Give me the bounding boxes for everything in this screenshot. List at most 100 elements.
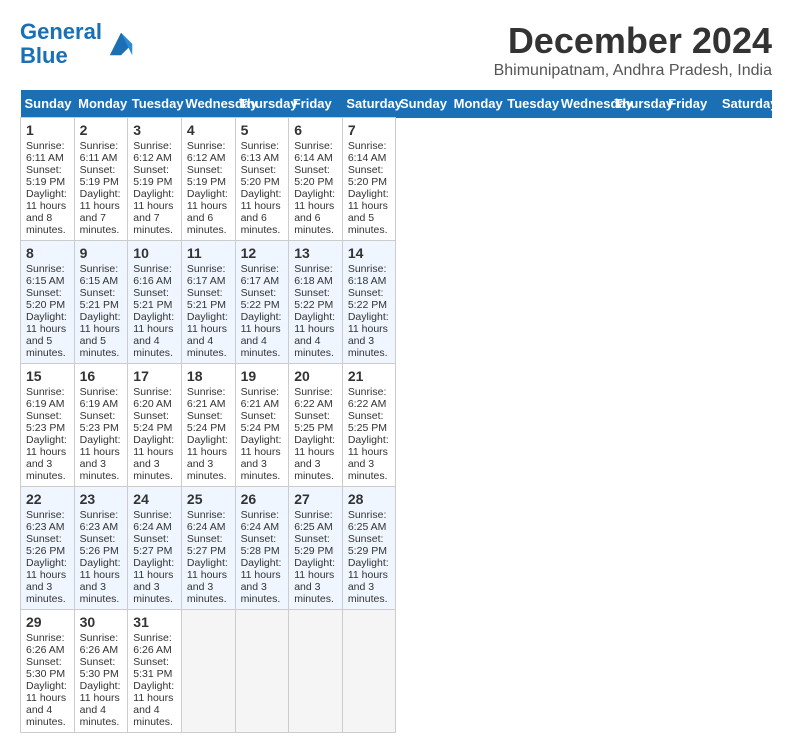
sunrise-text: Sunrise: 6:14 AM [348, 140, 391, 164]
day-number: 12 [241, 245, 284, 261]
day-header-tuesday: Tuesday [128, 90, 182, 118]
sunrise-text: Sunrise: 6:26 AM [133, 632, 176, 656]
sunset-text: Sunset: 5:21 PM [80, 287, 123, 311]
daylight-text: Daylight: 11 hours and 3 minutes. [241, 434, 284, 482]
calendar-header-row: SundayMondayTuesdayWednesdayThursdayFrid… [21, 90, 772, 118]
day-header-sunday: Sunday [396, 90, 450, 118]
calendar-cell: 15Sunrise: 6:19 AMSunset: 5:23 PMDayligh… [21, 364, 75, 487]
daylight-text: Daylight: 11 hours and 4 minutes. [26, 680, 69, 728]
sunrise-text: Sunrise: 6:26 AM [26, 632, 69, 656]
calendar-cell: 29Sunrise: 6:26 AMSunset: 5:30 PMDayligh… [21, 610, 75, 733]
day-number: 21 [348, 368, 391, 384]
calendar-cell [235, 610, 289, 733]
daylight-text: Daylight: 11 hours and 3 minutes. [26, 557, 69, 605]
day-number: 26 [241, 491, 284, 507]
daylight-text: Daylight: 11 hours and 3 minutes. [294, 557, 337, 605]
logo: General Blue [20, 20, 136, 68]
daylight-text: Daylight: 11 hours and 6 minutes. [187, 188, 230, 236]
sunrise-text: Sunrise: 6:17 AM [241, 263, 284, 287]
day-header-thursday: Thursday [235, 90, 289, 118]
sunrise-text: Sunrise: 6:21 AM [241, 386, 284, 410]
daylight-text: Daylight: 11 hours and 4 minutes. [241, 311, 284, 359]
sunrise-text: Sunrise: 6:24 AM [241, 509, 284, 533]
sunset-text: Sunset: 5:25 PM [348, 410, 391, 434]
daylight-text: Daylight: 11 hours and 4 minutes. [133, 680, 176, 728]
sunset-text: Sunset: 5:20 PM [26, 287, 69, 311]
day-number: 27 [294, 491, 337, 507]
sunrise-text: Sunrise: 6:22 AM [294, 386, 337, 410]
sunset-text: Sunset: 5:23 PM [26, 410, 69, 434]
calendar-cell: 28Sunrise: 6:25 AMSunset: 5:29 PMDayligh… [342, 487, 396, 610]
sunset-text: Sunset: 5:25 PM [294, 410, 337, 434]
daylight-text: Daylight: 11 hours and 4 minutes. [133, 311, 176, 359]
sunrise-text: Sunrise: 6:26 AM [80, 632, 123, 656]
sunset-text: Sunset: 5:30 PM [26, 656, 69, 680]
daylight-text: Daylight: 11 hours and 3 minutes. [80, 557, 123, 605]
day-header-thursday: Thursday [611, 90, 665, 118]
calendar-cell: 22Sunrise: 6:23 AMSunset: 5:26 PMDayligh… [21, 487, 75, 610]
sunset-text: Sunset: 5:23 PM [80, 410, 123, 434]
daylight-text: Daylight: 11 hours and 3 minutes. [133, 434, 176, 482]
calendar-cell: 30Sunrise: 6:26 AMSunset: 5:30 PMDayligh… [74, 610, 128, 733]
day-number: 7 [348, 122, 391, 138]
day-number: 3 [133, 122, 176, 138]
sunrise-text: Sunrise: 6:15 AM [26, 263, 69, 287]
day-header-wednesday: Wednesday [181, 90, 235, 118]
daylight-text: Daylight: 11 hours and 5 minutes. [80, 311, 123, 359]
daylight-text: Daylight: 11 hours and 6 minutes. [294, 188, 337, 236]
sunrise-text: Sunrise: 6:24 AM [133, 509, 176, 533]
calendar-cell: 26Sunrise: 6:24 AMSunset: 5:28 PMDayligh… [235, 487, 289, 610]
day-header-saturday: Saturday [342, 90, 396, 118]
calendar-week-row: 29Sunrise: 6:26 AMSunset: 5:30 PMDayligh… [21, 610, 772, 733]
daylight-text: Daylight: 11 hours and 5 minutes. [26, 311, 69, 359]
calendar-cell: 5Sunrise: 6:13 AMSunset: 5:20 PMDaylight… [235, 118, 289, 241]
daylight-text: Daylight: 11 hours and 8 minutes. [26, 188, 69, 236]
sunset-text: Sunset: 5:24 PM [187, 410, 230, 434]
day-number: 22 [26, 491, 69, 507]
day-number: 17 [133, 368, 176, 384]
daylight-text: Daylight: 11 hours and 3 minutes. [187, 434, 230, 482]
daylight-text: Daylight: 11 hours and 3 minutes. [294, 434, 337, 482]
sunrise-text: Sunrise: 6:25 AM [294, 509, 337, 533]
sunrise-text: Sunrise: 6:23 AM [80, 509, 123, 533]
day-number: 16 [80, 368, 123, 384]
daylight-text: Daylight: 11 hours and 3 minutes. [348, 311, 391, 359]
calendar-cell: 11Sunrise: 6:17 AMSunset: 5:21 PMDayligh… [181, 241, 235, 364]
title-block: December 2024 Bhimunipatnam, Andhra Prad… [494, 20, 772, 80]
day-number: 10 [133, 245, 176, 261]
calendar-cell: 31Sunrise: 6:26 AMSunset: 5:31 PMDayligh… [128, 610, 182, 733]
daylight-text: Daylight: 11 hours and 4 minutes. [80, 680, 123, 728]
sunset-text: Sunset: 5:29 PM [294, 533, 337, 557]
day-number: 13 [294, 245, 337, 261]
sunset-text: Sunset: 5:31 PM [133, 656, 176, 680]
daylight-text: Daylight: 11 hours and 3 minutes. [348, 434, 391, 482]
daylight-text: Daylight: 11 hours and 3 minutes. [348, 557, 391, 605]
day-header-saturday: Saturday [718, 90, 772, 118]
sunrise-text: Sunrise: 6:13 AM [241, 140, 284, 164]
day-number: 8 [26, 245, 69, 261]
sunset-text: Sunset: 5:24 PM [133, 410, 176, 434]
daylight-text: Daylight: 11 hours and 3 minutes. [133, 557, 176, 605]
sunrise-text: Sunrise: 6:11 AM [26, 140, 69, 164]
sunset-text: Sunset: 5:30 PM [80, 656, 123, 680]
day-header-friday: Friday [664, 90, 718, 118]
calendar-cell [342, 610, 396, 733]
sunrise-text: Sunrise: 6:20 AM [133, 386, 176, 410]
calendar-week-row: 22Sunrise: 6:23 AMSunset: 5:26 PMDayligh… [21, 487, 772, 610]
sunset-text: Sunset: 5:22 PM [241, 287, 284, 311]
day-number: 18 [187, 368, 230, 384]
sunrise-text: Sunrise: 6:18 AM [294, 263, 337, 287]
calendar-cell: 6Sunrise: 6:14 AMSunset: 5:20 PMDaylight… [289, 118, 343, 241]
sunrise-text: Sunrise: 6:17 AM [187, 263, 230, 287]
calendar-cell: 2Sunrise: 6:11 AMSunset: 5:19 PMDaylight… [74, 118, 128, 241]
day-number: 19 [241, 368, 284, 384]
sunset-text: Sunset: 5:26 PM [26, 533, 69, 557]
location-title: Bhimunipatnam, Andhra Pradesh, India [494, 62, 772, 80]
calendar-cell: 13Sunrise: 6:18 AMSunset: 5:22 PMDayligh… [289, 241, 343, 364]
day-number: 2 [80, 122, 123, 138]
calendar-cell: 7Sunrise: 6:14 AMSunset: 5:20 PMDaylight… [342, 118, 396, 241]
day-number: 9 [80, 245, 123, 261]
calendar-cell: 25Sunrise: 6:24 AMSunset: 5:27 PMDayligh… [181, 487, 235, 610]
calendar-cell: 3Sunrise: 6:12 AMSunset: 5:19 PMDaylight… [128, 118, 182, 241]
sunset-text: Sunset: 5:26 PM [80, 533, 123, 557]
